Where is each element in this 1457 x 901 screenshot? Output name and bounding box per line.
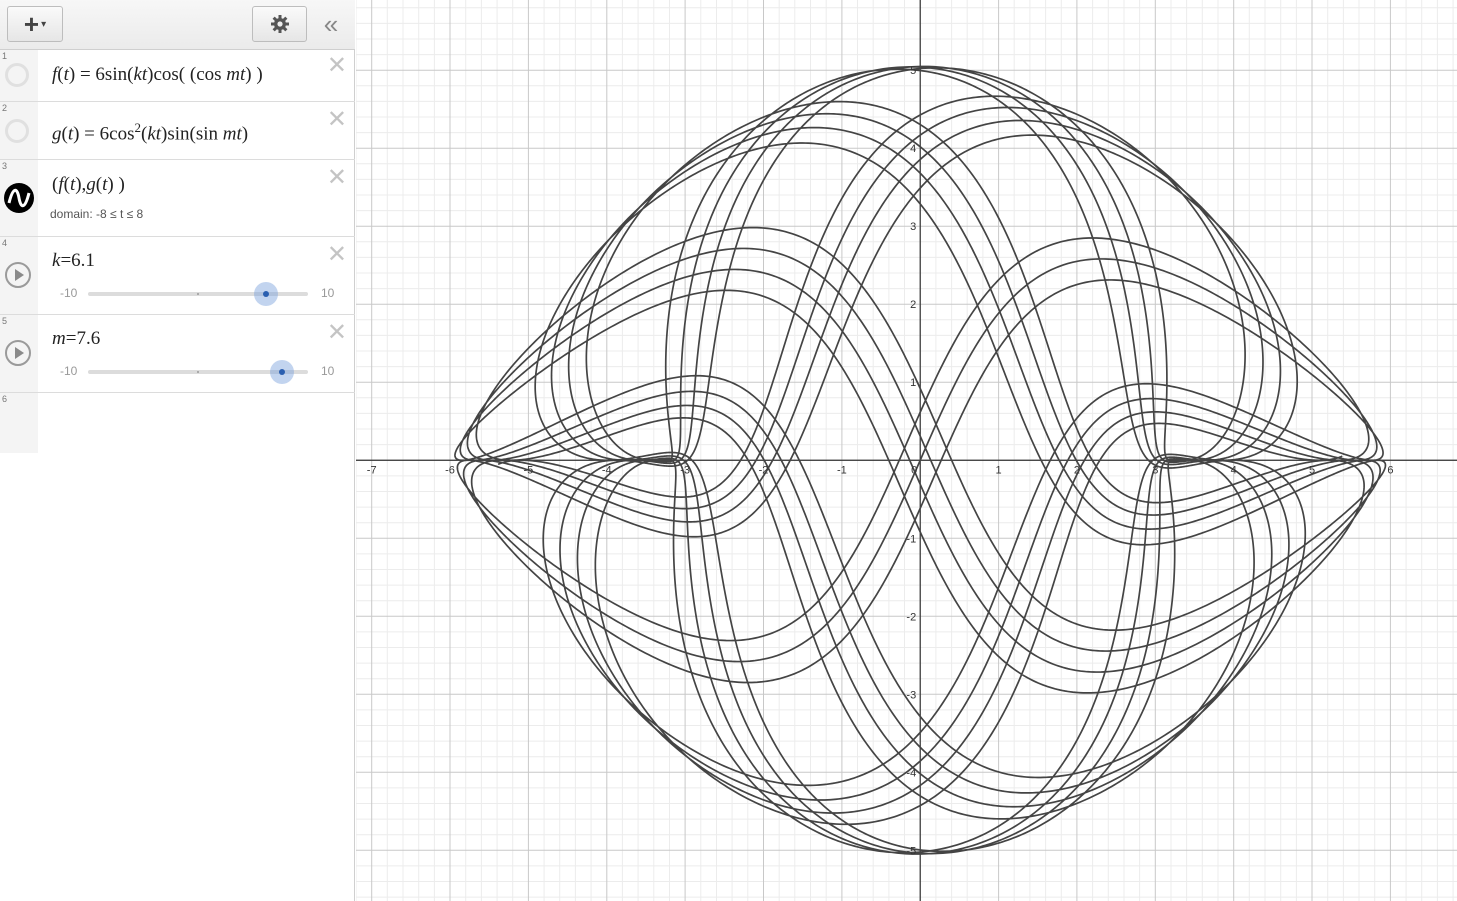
graph-canvas[interactable]: -7 -6 -5 -4 -3 -2 -1 0 1 2 3 4 5 6 5 4 3 2 1 -1 -2 -3 -4 -5	[356, 0, 1457, 901]
slider-min[interactable]: -10	[60, 364, 77, 378]
y-tick-label: 3	[910, 221, 916, 233]
parametric-curve-icon[interactable]	[4, 183, 34, 213]
gear-icon	[270, 15, 289, 33]
row-number: 3	[2, 161, 8, 171]
major-gridlines	[356, 0, 1457, 901]
expr-part: )	[241, 123, 249, 145]
delete-expression-icon[interactable]: ✕	[327, 243, 347, 267]
expr-part: ) = 6sin(	[68, 64, 134, 85]
x-tick-label: -6	[445, 464, 455, 476]
slider-handle[interactable]	[254, 282, 278, 306]
y-tick-label: -4	[906, 767, 916, 779]
expression-row-2[interactable]: 2 g(t) = 6cos2(kt)sin(sin mt) ✕	[0, 102, 355, 160]
expr-part: )sin(sin	[161, 123, 223, 145]
domain-label[interactable]: domain: -8 ≤ t ≤ 8	[50, 207, 143, 221]
expr-part: kt	[147, 123, 162, 145]
x-tick-label: -5	[524, 464, 534, 476]
x-tick-label: -7	[367, 464, 377, 476]
expression-row-4[interactable]: 4 k=6.1 -10 10 ✕	[0, 237, 355, 315]
chevron-down-icon: ▾	[41, 18, 47, 30]
expr-part: g	[86, 174, 96, 195]
expression-f[interactable]: f(t) = 6sin(kt)cos( (cos mt) )	[52, 64, 263, 86]
expr-part: kt	[133, 64, 148, 85]
add-label: +	[23, 8, 40, 39]
expr-part: g	[52, 123, 62, 145]
axes	[356, 0, 1457, 901]
hidden-toggle-icon[interactable]	[5, 119, 29, 143]
hidden-toggle-icon[interactable]	[5, 63, 29, 87]
expression-row-3[interactable]: 3 (f(t),g(t) ) domain: -8 ≤ t ≤ 8 ✕	[0, 160, 355, 237]
add-expression-button[interactable]: + ▾	[7, 6, 63, 42]
y-tick-label: 2	[910, 299, 916, 311]
x-tick-label: -1	[837, 464, 847, 476]
row-number: 5	[2, 316, 8, 326]
expr-part: ) = 6cos	[73, 123, 135, 145]
expr-part: )cos( (cos	[147, 64, 227, 85]
x-tick-label: 4	[1231, 464, 1237, 476]
toolbar: + ▾ «	[0, 0, 355, 50]
expression-row-5[interactable]: 5 m=7.6 -10 10 ✕	[0, 315, 355, 393]
y-tick-label: -2	[906, 611, 916, 623]
slider-max[interactable]: 10	[321, 286, 334, 300]
expr-part: ) )	[107, 174, 125, 195]
minor-gridlines	[356, 0, 1457, 901]
expression-row-6[interactable]: 6	[0, 393, 38, 453]
delete-expression-icon[interactable]: ✕	[327, 166, 347, 190]
equals-sign: =	[60, 250, 72, 271]
slider-variable-m[interactable]: m=7.6	[52, 328, 100, 350]
equals-sign: =	[65, 328, 77, 349]
expr-part: ),	[75, 174, 87, 195]
var-value: 6.1	[71, 250, 95, 271]
expression-parametric[interactable]: (f(t),g(t) )	[52, 174, 125, 196]
play-icon[interactable]	[5, 340, 31, 366]
slider-handle[interactable]	[270, 360, 294, 384]
delete-expression-icon[interactable]: ✕	[327, 321, 347, 345]
y-tick-label: 5	[910, 65, 916, 77]
y-tick-label: -1	[906, 533, 916, 545]
x-tick-label: -2	[759, 464, 769, 476]
row-number: 4	[2, 238, 8, 248]
row-number: 2	[2, 103, 8, 113]
x-tick-label: 5	[1309, 464, 1315, 476]
var-name: m	[52, 328, 66, 349]
y-tick-label: 1	[910, 377, 916, 389]
play-icon[interactable]	[5, 262, 31, 288]
expr-part: mt	[222, 123, 242, 145]
expr-part: ) )	[245, 64, 263, 85]
wave-icon	[7, 188, 31, 208]
x-tick-label: -4	[602, 464, 612, 476]
x-tick-label: 2	[1074, 464, 1080, 476]
row-number: 6	[2, 394, 8, 404]
collapse-sidebar-button[interactable]: «	[318, 9, 344, 39]
var-value: 7.6	[76, 328, 101, 349]
x-tick-label: -3	[680, 464, 690, 476]
expression-g[interactable]: g(t) = 6cos2(kt)sin(sin mt)	[52, 120, 248, 145]
x-tick-label: 0	[911, 464, 917, 476]
x-tick-label: 1	[996, 464, 1002, 476]
expr-part: mt	[226, 64, 246, 85]
y-tick-label: -5	[906, 845, 916, 857]
slider-min[interactable]: -10	[60, 286, 77, 300]
settings-button[interactable]	[252, 6, 307, 42]
delete-expression-icon[interactable]: ✕	[327, 108, 347, 132]
slider-variable-k[interactable]: k=6.1	[52, 250, 95, 272]
row-number: 1	[2, 51, 8, 61]
track-center-mark	[197, 371, 199, 373]
track-center-mark	[197, 293, 199, 295]
expression-list: +▾ « 1 f(t) = 6sin(kt)cos( (cos mt) ) ✕	[0, 0, 355, 901]
slider-max[interactable]: 10	[321, 364, 334, 378]
delete-expression-icon[interactable]: ✕	[327, 54, 347, 78]
y-tick-label: -3	[906, 689, 916, 701]
x-tick-label: 3	[1152, 464, 1158, 476]
y-tick-label: 4	[910, 143, 916, 155]
x-tick-label: 6	[1387, 464, 1393, 476]
expression-row-1[interactable]: 1 f(t) = 6sin(kt)cos( (cos mt) ) ✕	[0, 50, 355, 102]
